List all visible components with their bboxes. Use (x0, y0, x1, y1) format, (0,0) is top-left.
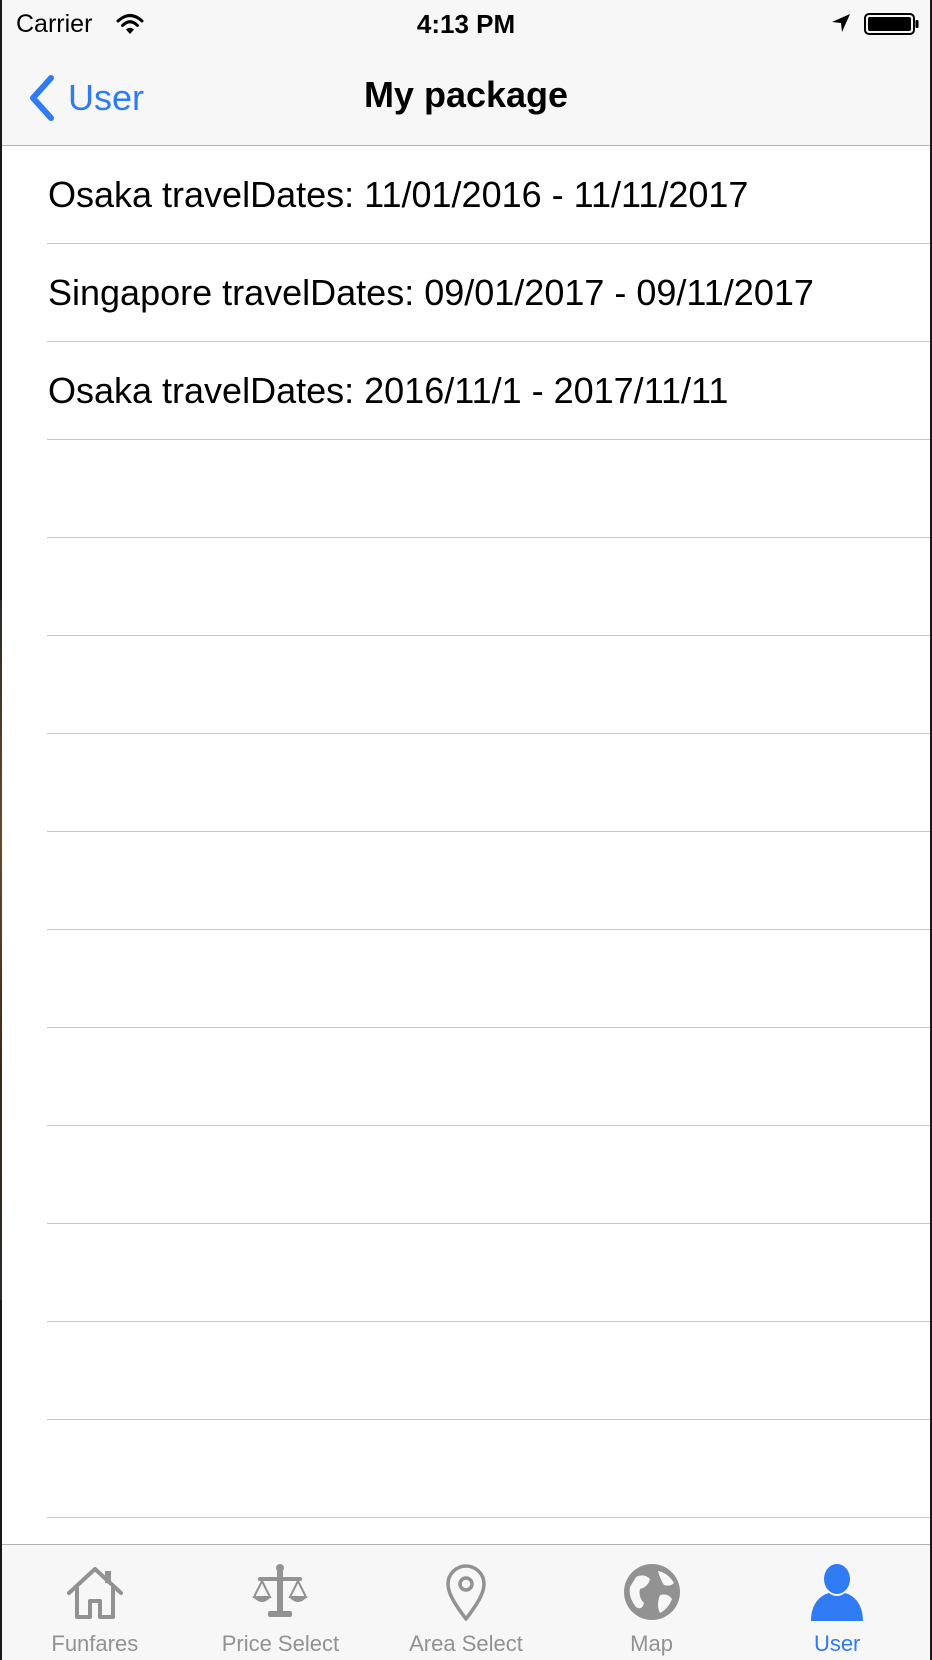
package-list: Osaka travelDates: 11/01/2016 - 11/11/20… (2, 146, 930, 1544)
navigation-bar: User My package (2, 50, 930, 146)
home-icon (66, 1567, 123, 1619)
status-bar: Carrier 4:13 PM (2, 0, 930, 50)
tab-bar: Funfares Price Select Area Select Map Us… (2, 1544, 930, 1660)
empty-row (2, 832, 930, 930)
map-pin-icon (446, 1564, 486, 1621)
empty-row (2, 1126, 930, 1224)
tab-label: Area Select (409, 1631, 523, 1656)
tab-area-select[interactable]: Area Select (373, 1545, 559, 1660)
empty-row (2, 1420, 930, 1518)
tab-user[interactable]: User (744, 1545, 930, 1660)
tab-label: Funfares (51, 1631, 139, 1656)
globe-icon (623, 1564, 680, 1620)
empty-row (2, 734, 930, 832)
tab-map[interactable]: Map (559, 1545, 745, 1660)
battery-icon (864, 13, 919, 35)
package-label: Singapore travelDates: 09/01/2017 - 09/1… (48, 272, 814, 313)
empty-row (2, 1028, 930, 1126)
empty-row (2, 1224, 930, 1322)
list-item[interactable]: Osaka travelDates: 11/01/2016 - 11/11/20… (2, 146, 930, 244)
tab-funfares[interactable]: Funfares (2, 1545, 188, 1660)
screen: Carrier 4:13 PM User My package Osaka tr… (0, 0, 932, 1660)
empty-row (2, 440, 930, 538)
status-time: 4:13 PM (416, 9, 516, 39)
tab-label: Price Select (221, 1631, 340, 1656)
empty-row (2, 636, 930, 734)
tab-price-select[interactable]: Price Select (188, 1545, 374, 1660)
empty-row (2, 538, 930, 636)
package-label: Osaka travelDates: 2016/11/1 - 2017/11/1… (48, 370, 729, 411)
row-separator (47, 1517, 930, 1518)
empty-row (2, 1322, 930, 1420)
scale-icon (252, 1564, 309, 1617)
list-item[interactable]: Osaka travelDates: 2016/11/1 - 2017/11/1… (2, 342, 930, 440)
tab-label: User (813, 1631, 861, 1656)
user-icon (811, 1564, 864, 1621)
page-title: My package (363, 74, 569, 115)
list-item[interactable]: Singapore travelDates: 09/01/2017 - 09/1… (2, 244, 930, 342)
package-label: Osaka travelDates: 11/01/2016 - 11/11/20… (48, 174, 749, 215)
location-arrow-icon (832, 14, 850, 32)
empty-row (2, 930, 930, 1028)
phone-screen: Carrier 4:13 PM User My package Osaka tr… (2, 0, 930, 1660)
tab-label: Map (630, 1631, 673, 1656)
